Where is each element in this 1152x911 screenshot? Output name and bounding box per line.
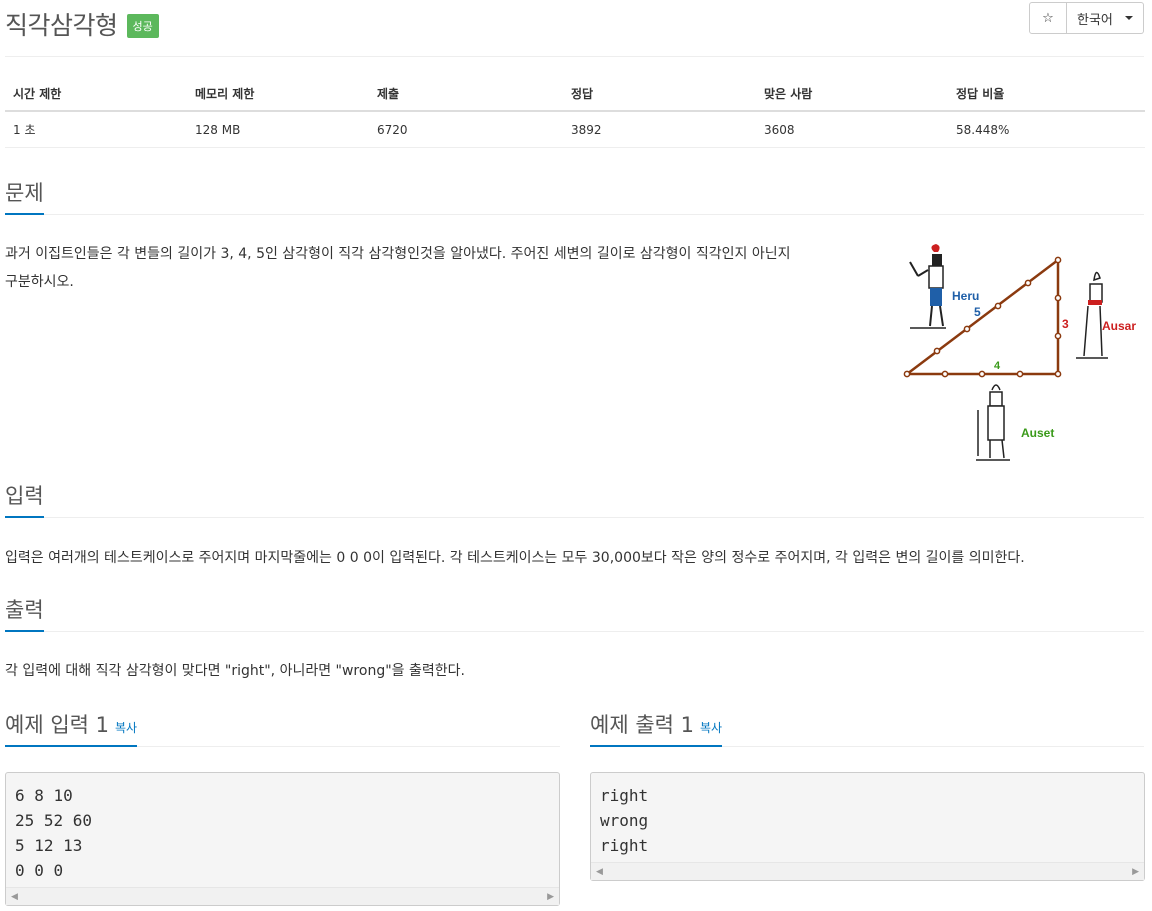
status-badge: 성공 (126, 14, 159, 38)
stats-time-limit: 1 초 (5, 111, 187, 148)
sample-output-heading: 예제 출력 1 복사 (590, 709, 723, 747)
scroll-left-icon[interactable]: ◀ (596, 867, 603, 877)
title-divider (5, 56, 1144, 57)
heru-figure (909, 244, 946, 329)
title-row: 직각삼각형 성공 (5, 4, 159, 44)
output-heading: 출력 (5, 594, 44, 632)
egyptian-triangle-illustration: Heru 5 3 Ausar 4 Auset (903, 244, 1136, 461)
problem-text-line-1: 과거 이집트인들은 각 변들의 길이가 3, 4, 5인 삼각형이 직각 삼각형… (5, 246, 791, 262)
problem-description: 과거 이집트인들은 각 변들의 길이가 3, 4, 5인 삼각형이 직각 삼각형… (5, 240, 890, 296)
stats-accepted: 3892 (563, 111, 756, 148)
favorite-button[interactable]: ☆ (1029, 2, 1067, 34)
language-label: 한국어 (1077, 12, 1113, 28)
stats-value-row: 1 초 128 MB 6720 3892 3608 58.448% (5, 111, 1145, 148)
horizontal-scrollbar[interactable]: ◀ ▶ (591, 862, 1144, 880)
stats-ratio: 58.448% (948, 111, 1145, 148)
sample-input-title: 예제 입력 1 (5, 713, 109, 737)
scroll-right-icon[interactable]: ▶ (547, 892, 554, 902)
label-auset: Auset (1021, 426, 1054, 440)
sample-output-box[interactable]: right wrong right ◀ ▶ (590, 772, 1145, 881)
toolbar: ☆ 한국어 (1029, 2, 1144, 34)
stats-header-submissions: 제출 (369, 76, 563, 112)
language-dropdown[interactable]: 한국어 (1067, 2, 1144, 34)
stats-header-accepted: 정답 (563, 76, 756, 112)
label-side-4: 4 (994, 360, 1001, 372)
stats-header-time-limit: 시간 제한 (5, 76, 187, 112)
rope-triangle (903, 256, 1062, 378)
copy-sample-output-button[interactable]: 복사 (700, 721, 722, 735)
stats-memory-limit: 128 MB (187, 111, 369, 148)
sample-input-heading: 예제 입력 1 복사 (5, 709, 138, 747)
label-heru: Heru (952, 289, 979, 303)
sample-input-box[interactable]: 6 8 10 25 52 60 5 12 13 0 0 0 ◀ ▶ (5, 772, 560, 906)
sample-input-content: 6 8 10 25 52 60 5 12 13 0 0 0 (15, 786, 93, 880)
input-section-header: 입력 (5, 483, 1144, 518)
output-section-header: 출력 (5, 597, 1144, 632)
caret-down-icon (1125, 16, 1133, 20)
sample-input-header: 예제 입력 1 복사 (5, 712, 560, 747)
input-heading: 입력 (5, 480, 44, 518)
stats-solvers: 3608 (756, 111, 948, 148)
stats-header-row: 시간 제한 메모리 제한 제출 정답 맞은 사람 정답 비율 (5, 76, 1145, 112)
scroll-left-icon[interactable]: ◀ (11, 892, 18, 902)
problem-text-line-2: 구분하시오. (5, 274, 74, 290)
page-title: 직각삼각형 (5, 11, 118, 40)
stats-header-solvers: 맞은 사람 (756, 76, 948, 112)
star-icon: ☆ (1042, 10, 1054, 26)
scroll-right-icon[interactable]: ▶ (1132, 867, 1139, 877)
problem-stats-table: 시간 제한 메모리 제한 제출 정답 맞은 사람 정답 비율 1 초 128 M… (5, 76, 1145, 148)
input-description: 입력은 여러개의 테스트케이스로 주어지며 마지막줄에는 0 0 0이 입력된다… (5, 550, 1025, 566)
sample-output-content: right wrong right (600, 786, 649, 855)
label-ausar: Ausar (1102, 319, 1136, 333)
stats-header-ratio: 정답 비율 (948, 76, 1145, 112)
label-side-3: 3 (1062, 317, 1069, 331)
horizontal-scrollbar[interactable]: ◀ ▶ (6, 887, 559, 905)
sample-output-header: 예제 출력 1 복사 (590, 712, 1144, 747)
problem-heading: 문제 (5, 177, 44, 215)
output-description: 각 입력에 대해 직각 삼각형이 맞다면 "right", 아니라면 "wron… (5, 663, 465, 679)
label-side-5: 5 (974, 305, 981, 319)
problem-section-header: 문제 (5, 180, 1144, 215)
stats-submissions: 6720 (369, 111, 563, 148)
stats-header-memory-limit: 메모리 제한 (187, 76, 369, 112)
copy-sample-input-button[interactable]: 복사 (115, 721, 137, 735)
sample-output-title: 예제 출력 1 (590, 713, 694, 737)
auset-figure (976, 384, 1010, 461)
ausar-figure (1076, 271, 1108, 359)
